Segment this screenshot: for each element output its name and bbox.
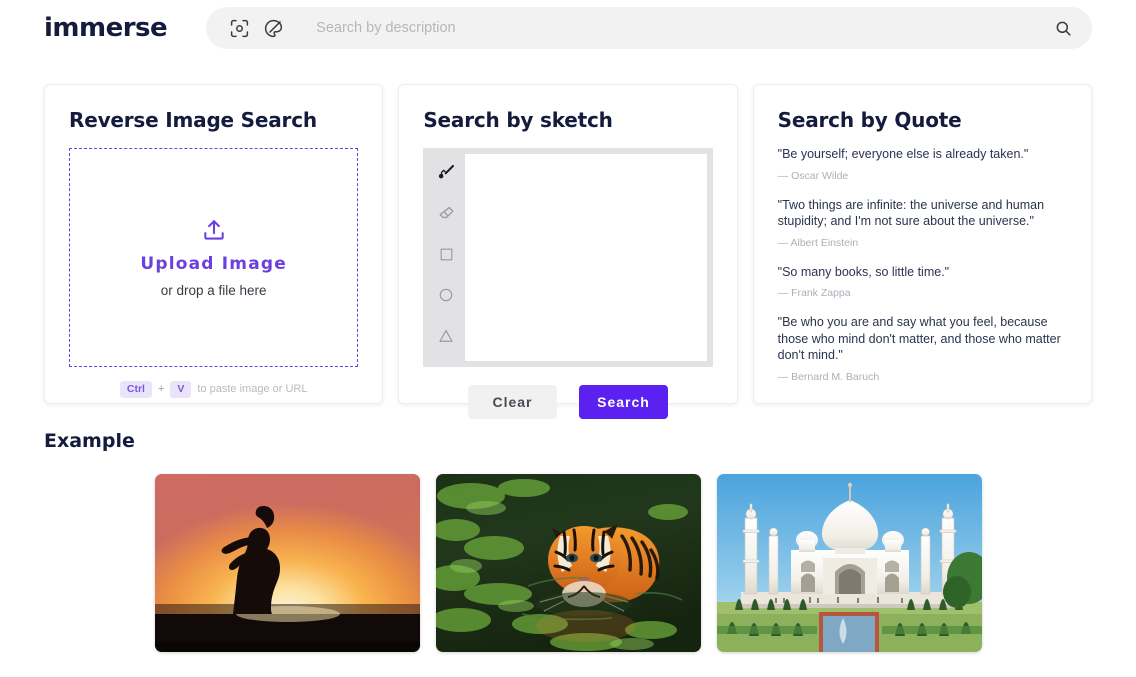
card-title-quote: Search by Quote (777, 108, 962, 132)
search-bar (206, 7, 1092, 49)
quote-item[interactable]: "So many books, so little time." — Frank… (778, 264, 1067, 300)
search-by-sketch-card: Search by sketch Clear Search (398, 84, 738, 419)
example-thumb-taj-mahal[interactable] (716, 474, 982, 652)
kbd-ctrl: Ctrl (119, 381, 152, 398)
triangle-icon[interactable] (434, 324, 458, 348)
image-scan-icon[interactable] (226, 15, 252, 41)
search-icon[interactable] (1046, 11, 1080, 45)
kbd-v: V (170, 381, 192, 398)
app-header: immerse (0, 0, 1136, 56)
example-title: Example (44, 430, 135, 452)
square-icon[interactable] (434, 242, 458, 266)
quote-author: — Bernard M. Baruch (777, 370, 880, 383)
drop-file-hint: or drop a file here (160, 282, 267, 298)
color-palette-icon[interactable] (260, 15, 286, 41)
paste-shortcut-hint: Ctrl + V to paste image or URL (69, 381, 358, 398)
quote-text[interactable]: "Two things are infinite: the universe a… (778, 197, 1067, 230)
taj-mahal-image (716, 474, 982, 652)
quote-text[interactable]: "So many books, so little time." (778, 264, 1067, 281)
card-title-sketch: Search by sketch (423, 108, 613, 132)
quote-item[interactable]: "Be who you are and say what you feel, b… (778, 314, 1067, 383)
example-thumb-sunset-silhouette[interactable] (154, 474, 420, 652)
brush-icon[interactable] (434, 160, 458, 184)
quote-item[interactable]: "Be yourself; everyone else is already t… (778, 146, 1067, 182)
tiger-swimming-image (435, 474, 701, 652)
image-dropzone[interactable]: Upload Image or drop a file here (69, 148, 359, 367)
paste-hint-text: to paste image or URL (197, 383, 308, 396)
upload-image-label: Upload Image (140, 253, 287, 274)
circle-icon[interactable] (434, 283, 458, 307)
quote-author: — Oscar Wilde (777, 169, 849, 182)
quote-author: — Albert Einstein (777, 236, 859, 249)
quote-item[interactable]: "Two things are infinite: the universe a… (778, 197, 1067, 249)
reverse-image-search-card: Reverse Image Search Upload Image or dro… (44, 84, 384, 404)
card-title-reverse-image: Reverse Image Search (69, 108, 317, 132)
example-section: Example (0, 404, 1136, 652)
sketch-canvas[interactable] (465, 154, 707, 361)
search-by-quote-card: Search by Quote "Be yourself; everyone e… (752, 84, 1092, 404)
clear-button[interactable]: Clear (467, 385, 557, 419)
search-input[interactable] (294, 7, 1046, 49)
example-thumbnails (44, 474, 1092, 652)
sketch-toolbar (429, 154, 463, 361)
upload-icon (201, 218, 227, 249)
example-thumb-tiger-swimming[interactable] (435, 474, 701, 652)
feature-cards-row: Reverse Image Search Upload Image or dro… (0, 56, 1136, 419)
sketch-editor (423, 148, 713, 367)
sunset-silhouette-image (154, 474, 420, 652)
sketch-search-button[interactable]: Search (578, 385, 668, 419)
sketch-actions: Clear Search (423, 385, 712, 419)
quote-author: — Frank Zappa (777, 287, 851, 299)
app-logo[interactable]: immerse (44, 15, 168, 41)
kbd-separator: + (157, 383, 165, 396)
quote-text[interactable]: "Be who you are and say what you feel, b… (778, 314, 1067, 364)
quote-text[interactable]: "Be yourself; everyone else is already t… (778, 146, 1067, 163)
eraser-icon[interactable] (434, 201, 458, 225)
quote-list: "Be yourself; everyone else is already t… (778, 146, 1067, 383)
